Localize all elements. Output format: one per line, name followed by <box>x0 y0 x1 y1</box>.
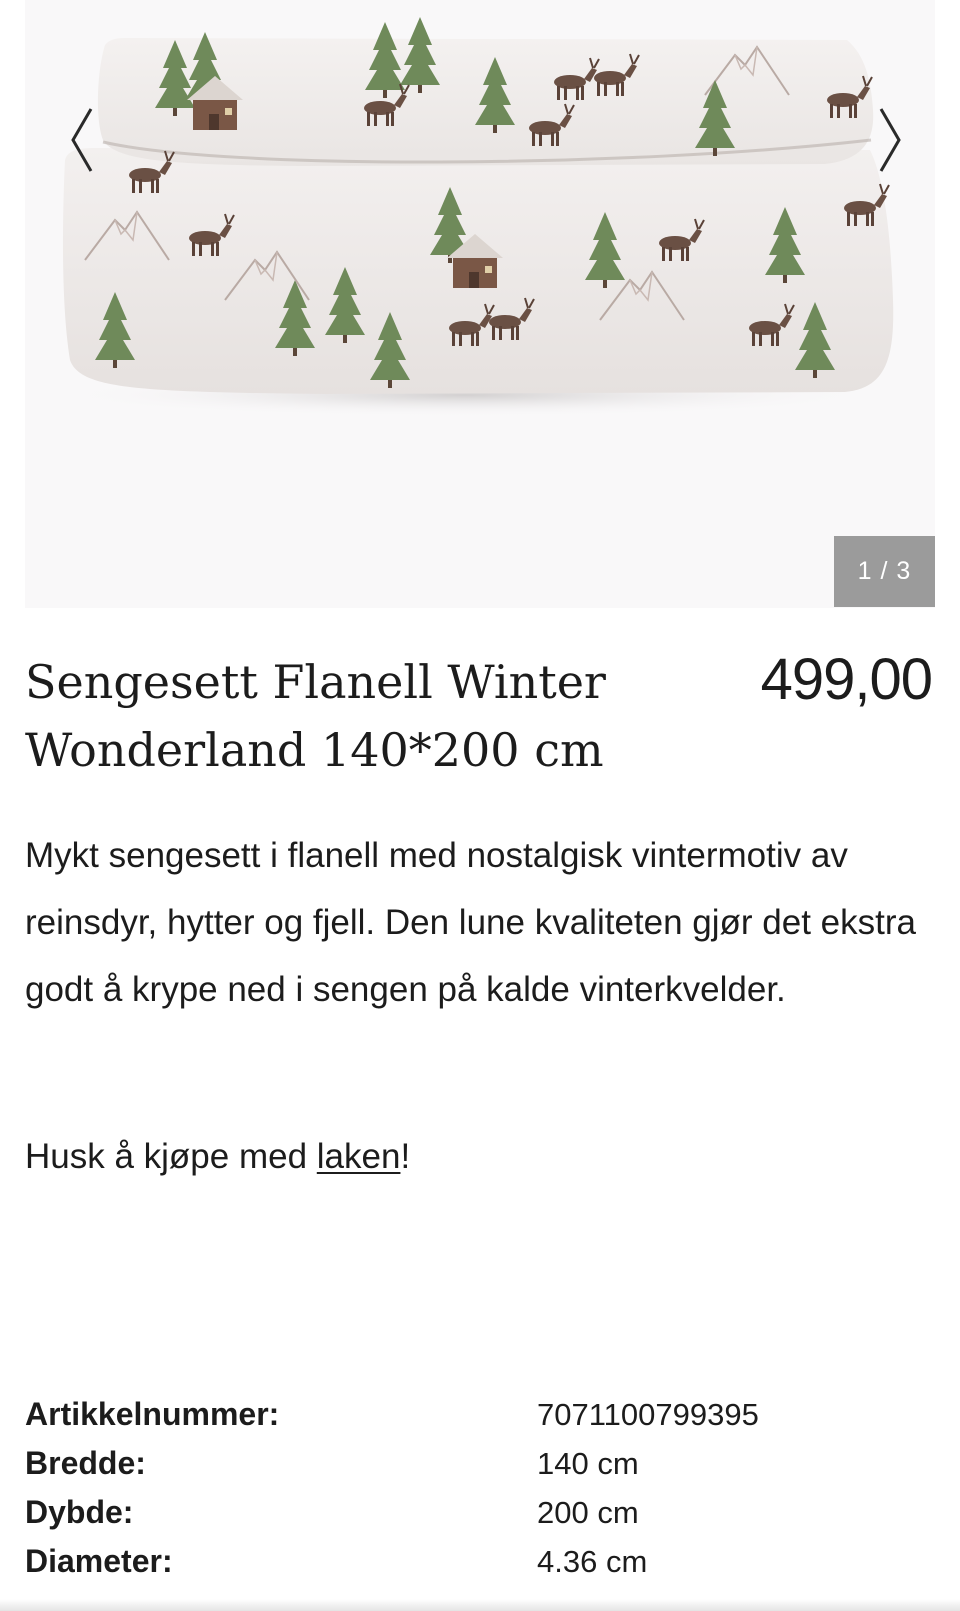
chevron-right-icon <box>879 108 901 172</box>
spec-value: 140 cm <box>537 1445 639 1481</box>
gallery-prev-button[interactable] <box>62 100 102 180</box>
product-title: Sengesett Flanell Winter Wonderland 140*… <box>25 655 606 777</box>
reminder-suffix: ! <box>400 1137 411 1176</box>
spec-label: Dybde: <box>25 1494 134 1530</box>
gallery-next-button[interactable] <box>870 100 910 180</box>
spec-row-diameter: Diameter: 4.36 cm <box>25 1537 925 1586</box>
spec-value: 7071100799395 <box>537 1396 759 1432</box>
spec-value: 200 cm <box>537 1494 639 1530</box>
product-gallery <box>25 0 935 608</box>
product-description: Mykt sengesett i flanell med nostalgisk … <box>25 836 916 1009</box>
product-image[interactable] <box>25 0 935 608</box>
product-price: 499,00 <box>760 647 933 712</box>
chevron-left-icon <box>71 108 93 172</box>
spec-table: Artikkelnummer: 7071100799395 Bredde: 14… <box>25 1390 925 1586</box>
bottom-shade <box>0 1599 960 1611</box>
spec-label: Artikkelnummer: <box>25 1396 280 1432</box>
spec-label: Bredde: <box>25 1445 146 1481</box>
slide-counter: 1 / 3 <box>834 536 935 607</box>
spec-value: 4.36 cm <box>537 1543 648 1579</box>
spec-row-bredde: Bredde: 140 cm <box>25 1439 925 1488</box>
spec-row-artikkelnummer: Artikkelnummer: 7071100799395 <box>25 1390 925 1439</box>
reminder-prefix: Husk å kjøpe med <box>25 1137 317 1176</box>
spec-label: Diameter: <box>25 1543 173 1579</box>
spec-row-dybde: Dybde: 200 cm <box>25 1488 925 1537</box>
laken-link[interactable]: laken <box>317 1137 401 1176</box>
reminder-text: Husk å kjøpe med laken! <box>25 1127 410 1187</box>
